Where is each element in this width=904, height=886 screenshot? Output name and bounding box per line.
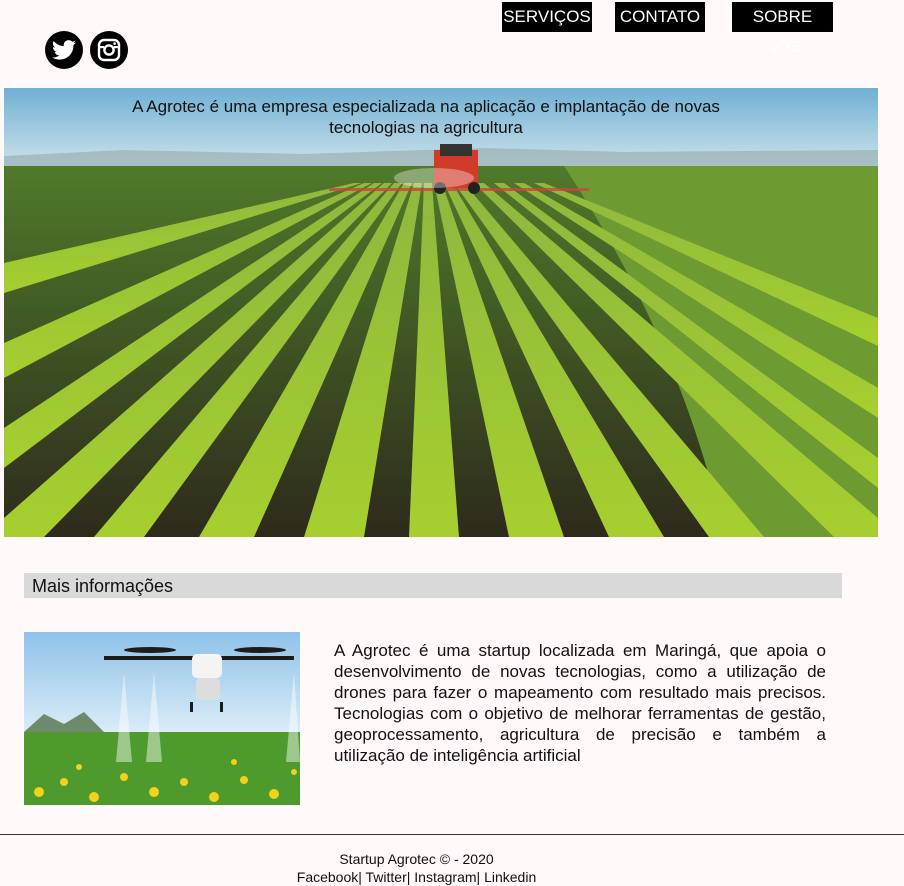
twitter-icon[interactable] (45, 31, 83, 69)
footer-link-linkedin[interactable]: Linkedin (484, 869, 536, 885)
about-paragraph: A Agrotec é uma startup localizada em Ma… (334, 641, 826, 765)
crop-field-tractor-image (4, 88, 878, 537)
drone-image (24, 632, 300, 805)
footer-separator: | (476, 869, 485, 885)
footer-link-twitter[interactable]: Twitter (366, 869, 407, 885)
nav-servicos-button[interactable]: SERVIÇOS (502, 2, 592, 32)
hero-banner: A Agrotec é uma empresa especializada na… (4, 88, 878, 537)
nav-sobre-nos-button[interactable]: SOBRE NÓS (732, 2, 833, 56)
instagram-camera-glyph (97, 38, 121, 62)
footer-link-facebook[interactable]: Facebook (297, 869, 358, 885)
drone-over-sunflowers-image (24, 632, 300, 805)
nav-contato-button[interactable]: CONTATO (615, 2, 705, 32)
instagram-icon[interactable] (90, 31, 128, 69)
hero-tagline: A Agrotec é uma empresa especializada na… (132, 97, 720, 137)
footer-separator: | (358, 869, 366, 885)
footer-links: Facebook| Twitter| Instagram| Linkedin (0, 868, 833, 886)
footer-link-instagram[interactable]: Instagram (414, 869, 476, 885)
footer: Startup Agrotec © - 2020 Facebook| Twitt… (0, 850, 833, 886)
footer-divider (0, 834, 904, 835)
twitter-bird-glyph (52, 40, 76, 60)
footer-copyright: Startup Agrotec © - 2020 (339, 851, 494, 867)
section-title-mais-informacoes: Mais informações (24, 573, 842, 598)
